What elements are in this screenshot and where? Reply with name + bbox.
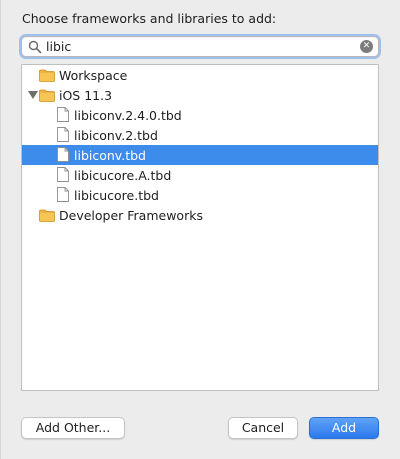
folder-icon <box>39 69 55 82</box>
folder-icon <box>39 209 55 222</box>
folder-icon <box>39 89 55 102</box>
search-field[interactable]: libic ✕ <box>21 36 379 57</box>
file-icon <box>57 187 69 202</box>
tree-item-libiconv[interactable]: libiconv.tbd <box>22 145 378 165</box>
tree-item-label: Workspace <box>59 67 128 83</box>
add-other-button[interactable]: Add Other... <box>21 417 125 439</box>
search-icon <box>28 40 42 54</box>
add-frameworks-dialog: Choose frameworks and libraries to add: … <box>0 0 400 459</box>
dialog-title: Choose frameworks and libraries to add: <box>22 11 277 26</box>
tree-item-workspace[interactable]: Workspace <box>22 65 378 85</box>
tree-item-label: libiconv.2.4.0.tbd <box>74 107 182 123</box>
tree-item-libicucore[interactable]: libicucore.tbd <box>22 185 378 205</box>
tree-item-libiconv-2-4-0[interactable]: libiconv.2.4.0.tbd <box>22 105 378 125</box>
clear-icon[interactable]: ✕ <box>360 40 373 53</box>
file-icon <box>57 107 69 122</box>
tree-item-label: libicucore.tbd <box>74 187 159 203</box>
tree-item-label: libiconv.2.tbd <box>74 127 158 143</box>
tree-item-developer-frameworks[interactable]: Developer Frameworks <box>22 205 378 225</box>
file-icon <box>57 147 69 162</box>
tree-item-label: iOS 11.3 <box>59 87 113 103</box>
tree-item-label: Developer Frameworks <box>59 207 203 223</box>
disclosure-triangle-icon[interactable] <box>28 91 38 99</box>
tree-item-libiconv-2[interactable]: libiconv.2.tbd <box>22 125 378 145</box>
file-icon <box>57 167 69 182</box>
library-tree: Workspace iOS 11.3 libiconv.2.4.0.tbd li… <box>21 64 379 391</box>
tree-item-ios-11-3[interactable]: iOS 11.3 <box>22 85 378 105</box>
search-input[interactable]: libic <box>46 39 71 54</box>
cancel-button[interactable]: Cancel <box>228 417 298 439</box>
tree-item-libicucore-a[interactable]: libicucore.A.tbd <box>22 165 378 185</box>
tree-item-label: libicucore.A.tbd <box>74 167 172 183</box>
file-icon <box>57 127 69 142</box>
tree-item-label: libiconv.tbd <box>74 147 146 163</box>
add-button[interactable]: Add <box>309 417 379 439</box>
